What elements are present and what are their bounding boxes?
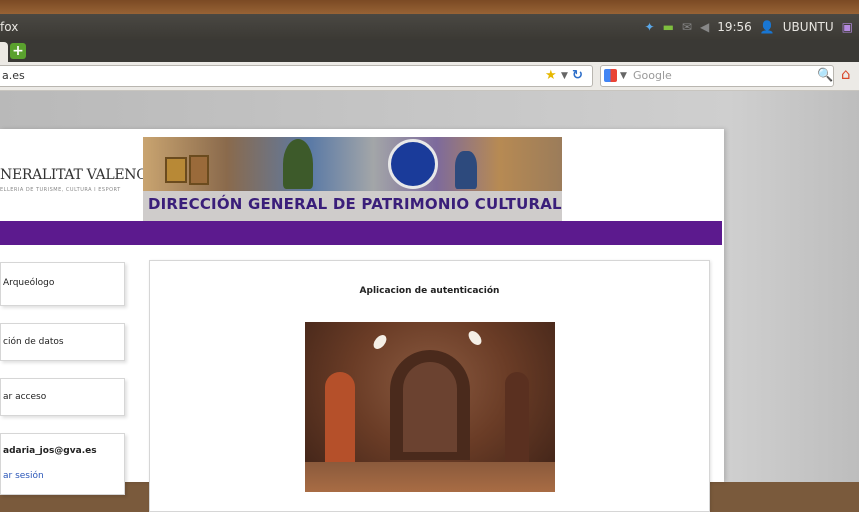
sidebar-item-label: Arqueólogo xyxy=(3,278,55,288)
system-tray: ✦ ▬ ✉ ◀ 19:56 👤 UBUNTU ▣ xyxy=(645,18,859,36)
painting-image xyxy=(165,157,187,183)
sidebar-item-datos[interactable]: ción de datos xyxy=(0,323,125,361)
mail-icon[interactable]: ✉ xyxy=(682,20,692,34)
url-text: a.es xyxy=(2,69,25,82)
top-panel: fox ✦ ▬ ✉ ◀ 19:56 👤 UBUNTU ▣ xyxy=(0,14,859,40)
page-title: Aplicacion de autenticación xyxy=(359,286,500,296)
arch-image xyxy=(403,362,457,452)
engine-dropdown-icon[interactable]: ▼ xyxy=(620,66,627,86)
user-email: adaria_jos@gva.es xyxy=(3,446,97,456)
ceramic-plate-image xyxy=(388,139,438,189)
vault-photo xyxy=(305,322,555,492)
history-dropdown-icon[interactable]: ▼ xyxy=(561,66,568,86)
username[interactable]: UBUNTU xyxy=(783,20,834,34)
figure-image xyxy=(455,151,477,189)
sidebar-item-acceso[interactable]: ar acceso xyxy=(0,378,125,416)
page-sheet: NERALITAT VALENCIANA ELLERIA DE TURISME,… xyxy=(0,129,724,512)
logout-link[interactable]: ar sesión xyxy=(3,471,44,481)
tab-bar: + xyxy=(0,40,859,62)
google-engine-icon[interactable] xyxy=(604,69,617,82)
new-tab-button[interactable]: + xyxy=(10,43,26,59)
user-icon: 👤 xyxy=(759,20,775,34)
reload-icon[interactable]: ↻ xyxy=(572,66,583,86)
navigation-toolbar: a.es ★ ▼ ↻ ▼ Google 🔍 ⌂ xyxy=(0,62,859,91)
skylight-image xyxy=(466,328,484,348)
header-accent-bar xyxy=(0,221,722,245)
sidebar-item-arqueologo[interactable]: Arqueólogo xyxy=(0,262,125,306)
search-icon[interactable]: 🔍 xyxy=(817,66,833,86)
search-box[interactable]: ▼ Google 🔍 xyxy=(600,65,834,87)
sidebar-user-box: adaria_jos@gva.es ar sesión xyxy=(0,433,125,495)
sidebar-item-label: ción de datos xyxy=(3,337,64,347)
skylight-image xyxy=(371,332,389,352)
floor-image xyxy=(305,462,555,492)
volume-icon[interactable]: ◀ xyxy=(700,20,709,34)
battery-icon[interactable]: ▬ xyxy=(663,20,674,34)
session-menu-icon[interactable]: ▣ xyxy=(842,20,853,34)
home-icon[interactable]: ⌂ xyxy=(841,65,851,83)
page-viewport: NERALITAT VALENCIANA ELLERIA DE TURISME,… xyxy=(0,91,859,512)
url-bar[interactable]: a.es ★ ▼ ↻ xyxy=(0,65,593,87)
banner-title: DIRECCIÓN GENERAL DE PATRIMONIO CULTURAL xyxy=(148,195,562,213)
org-subtitle: ELLERIA DE TURISME, CULTURA I ESPORT xyxy=(0,187,121,193)
active-tab[interactable] xyxy=(0,42,8,62)
palm-tree-image xyxy=(283,139,313,189)
bookmark-star-icon[interactable]: ★ xyxy=(545,66,557,86)
search-placeholder: Google xyxy=(633,69,672,82)
painting-image xyxy=(189,155,209,185)
header-banner: DIRECCIÓN GENERAL DE PATRIMONIO CULTURAL xyxy=(143,137,562,221)
main-content-panel: Aplicacion de autenticación xyxy=(149,260,710,512)
window-title: fox xyxy=(0,20,19,34)
clock[interactable]: 19:56 xyxy=(717,20,752,34)
dropbox-icon[interactable]: ✦ xyxy=(645,20,655,34)
sidebar-item-label: ar acceso xyxy=(3,392,47,402)
